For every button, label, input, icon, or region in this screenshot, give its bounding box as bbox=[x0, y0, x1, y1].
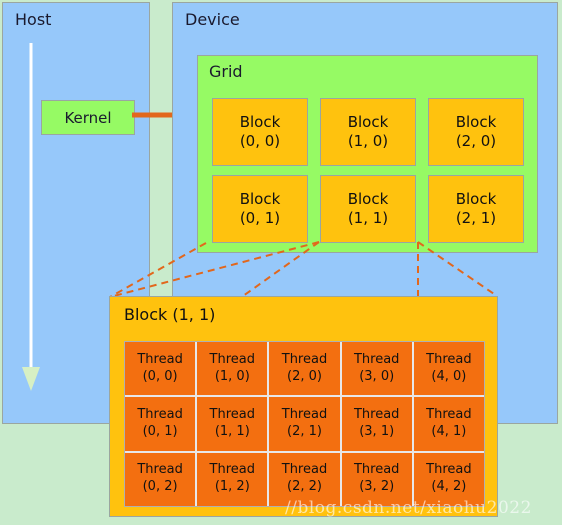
thread-cell-4-0: Thread (4, 0) bbox=[413, 342, 484, 396]
thread-grid: Thread (0, 0) Thread (1, 0) Thread (2, 0) Thre… bbox=[124, 341, 485, 507]
thread-name: Thread bbox=[281, 407, 328, 423]
thread-name: Thread bbox=[281, 462, 328, 478]
thread-cell-3-1: Thread (3, 1) bbox=[341, 397, 412, 451]
block-coord: (0, 0) bbox=[239, 132, 281, 150]
grid-blocks-layer: Block (0, 0) Block (1, 0) Block (2, 0) Block (0… bbox=[198, 56, 537, 252]
grid-block-1-0: Block (1, 0) bbox=[320, 98, 416, 166]
block-coord: (2, 0) bbox=[455, 132, 497, 150]
thread-name: Thread bbox=[281, 351, 328, 367]
thread-name: Thread bbox=[137, 407, 183, 423]
thread-name: Thread bbox=[353, 462, 400, 478]
thread-name: Thread bbox=[426, 407, 472, 423]
watermark-text: //blog.csdn.net/xiaohu2022 bbox=[285, 498, 532, 518]
thread-coord: (4, 1) bbox=[431, 423, 467, 439]
thread-cell-1-0: Thread (1, 0) bbox=[197, 342, 268, 396]
thread-coord: (1, 2) bbox=[214, 479, 250, 495]
block-coord: (0, 1) bbox=[239, 209, 281, 227]
thread-cell-1-1: Thread (1, 1) bbox=[197, 397, 268, 451]
thread-cell-2-0: Thread (2, 0) bbox=[269, 342, 340, 396]
thread-cell-1-2: Thread (1, 2) bbox=[197, 452, 268, 506]
block-name: Block bbox=[455, 189, 497, 208]
thread-coord: (2, 0) bbox=[287, 368, 322, 384]
grid-panel: Grid Block (0, 0) Block (1, 0) Block (2, 0) Bl… bbox=[197, 55, 538, 253]
thread-cell-0-0: Thread (0, 0) bbox=[125, 342, 196, 396]
thread-coord: (1, 1) bbox=[214, 423, 250, 439]
block-name: Block bbox=[239, 189, 281, 208]
thread-coord: (4, 2) bbox=[431, 479, 467, 495]
thread-cell-0-1: Thread (0, 1) bbox=[125, 397, 196, 451]
thread-name: Thread bbox=[209, 407, 256, 423]
grid-block-2-0: Block (2, 0) bbox=[428, 98, 524, 166]
thread-coord: (0, 1) bbox=[142, 423, 178, 439]
thread-coord: (0, 0) bbox=[142, 368, 178, 384]
thread-coord: (3, 2) bbox=[359, 479, 395, 495]
cuda-thread-hierarchy-diagram: Host Kernel Device Grid Block (0, 0) Block… bbox=[0, 0, 562, 525]
block-name: Block bbox=[347, 112, 389, 131]
thread-coord: (2, 1) bbox=[287, 423, 322, 439]
thread-coord: (4, 0) bbox=[431, 368, 467, 384]
block-name: Block bbox=[347, 189, 389, 208]
thread-name: Thread bbox=[353, 351, 400, 367]
block-name: Block bbox=[455, 112, 497, 131]
thread-cell-4-1: Thread (4, 1) bbox=[413, 397, 484, 451]
grid-block-2-1: Block (2, 1) bbox=[428, 175, 524, 243]
block-coord: (2, 1) bbox=[455, 209, 497, 227]
device-panel-title: Device bbox=[185, 10, 240, 29]
thread-coord: (0, 2) bbox=[142, 479, 178, 495]
thread-coord: (1, 0) bbox=[214, 368, 250, 384]
thread-coord: (2, 2) bbox=[287, 479, 322, 495]
thread-coord: (3, 1) bbox=[359, 423, 395, 439]
thread-name: Thread bbox=[426, 351, 472, 367]
thread-cell-3-0: Thread (3, 0) bbox=[341, 342, 412, 396]
grid-block-0-0: Block (0, 0) bbox=[212, 98, 308, 166]
block-detail-title: Block (1, 1) bbox=[124, 305, 216, 324]
thread-cell-0-2: Thread (0, 2) bbox=[125, 452, 196, 506]
thread-name: Thread bbox=[137, 351, 183, 367]
grid-block-0-1: Block (0, 1) bbox=[212, 175, 308, 243]
kernel-box: Kernel bbox=[41, 100, 135, 135]
block-coord: (1, 0) bbox=[347, 132, 389, 150]
thread-coord: (3, 0) bbox=[359, 368, 395, 384]
thread-name: Thread bbox=[137, 462, 183, 478]
host-flow-arrow-icon bbox=[22, 43, 40, 391]
block-coord: (1, 1) bbox=[347, 209, 389, 227]
thread-name: Thread bbox=[426, 462, 472, 478]
block-detail-panel: Block (1, 1) Thread (0, 0) Thread (1, 0) Thr… bbox=[109, 296, 498, 517]
thread-name: Thread bbox=[353, 407, 400, 423]
thread-name: Thread bbox=[209, 462, 256, 478]
thread-cell-2-1: Thread (2, 1) bbox=[269, 397, 340, 451]
grid-block-1-1: Block (1, 1) bbox=[320, 175, 416, 243]
host-panel-title: Host bbox=[15, 10, 52, 29]
block-name: Block bbox=[239, 112, 281, 131]
thread-name: Thread bbox=[209, 351, 256, 367]
kernel-label: Kernel bbox=[64, 108, 112, 127]
